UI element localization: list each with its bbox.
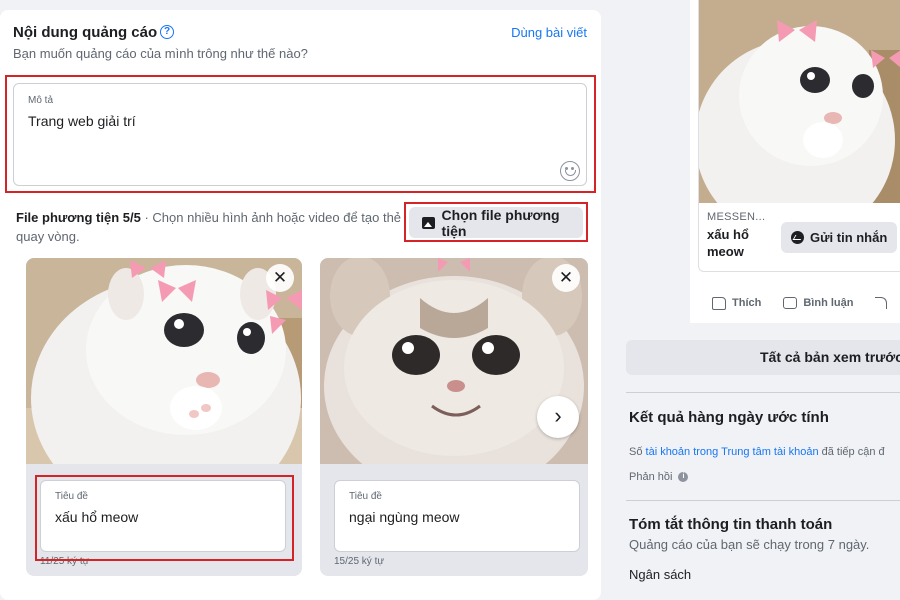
carousel-card: ✕ › Tiêu đề ngại ngùng meow 15/25 ký tự bbox=[320, 258, 588, 576]
send-message-button[interactable]: Gửi tin nhắn bbox=[781, 222, 897, 253]
comment-action[interactable]: Bình luận bbox=[783, 297, 853, 309]
budget-label: Ngân sách bbox=[629, 567, 692, 582]
feedback[interactable]: Phản hồi i bbox=[629, 471, 689, 483]
daily-results-title: Kết quả hàng ngày ước tính bbox=[629, 409, 829, 426]
highlight-box-choose-media bbox=[404, 202, 588, 242]
all-previews-button[interactable]: Tất cả bản xem trước bbox=[626, 340, 900, 375]
carousel-image-kitten-bows bbox=[26, 258, 302, 464]
headline-field[interactable]: Tiêu đề ngại ngùng meow bbox=[334, 480, 580, 552]
all-previews-label: Tất cả bản xem trước bbox=[760, 349, 900, 365]
comment-icon bbox=[783, 297, 798, 309]
like-label: Thích bbox=[732, 297, 762, 309]
like-action[interactable]: Thích bbox=[712, 296, 762, 310]
share-icon bbox=[875, 297, 888, 309]
ad-preview: MESSEN... xấu hổ meow Gửi tin nhắn Thích… bbox=[690, 0, 900, 323]
character-count: 15/25 ký tự bbox=[334, 556, 385, 567]
preview-headline: xấu hổ meow bbox=[707, 227, 749, 259]
info-icon[interactable]: i bbox=[678, 472, 689, 482]
feedback-label: Phản hồi bbox=[629, 471, 673, 483]
accounts-center-link[interactable]: tài khoản trong Trung tâm tài khoản bbox=[646, 446, 819, 458]
ad-content-subtitle: Bạn muốn quảng cáo của mình trông như th… bbox=[13, 46, 308, 61]
highlight-box-description bbox=[5, 75, 596, 193]
preview-carousel-card: MESSEN... xấu hổ meow Gửi tin nhắn bbox=[698, 0, 900, 272]
remove-card-button[interactable]: ✕ bbox=[266, 264, 294, 292]
post-action-bar: Thích Bình luận bbox=[690, 293, 900, 313]
preview-source: MESSEN... bbox=[707, 211, 766, 223]
preview-image-kitten bbox=[699, 0, 900, 203]
share-action[interactable] bbox=[875, 297, 888, 309]
ad-content-title: Nội dung quảng cáo bbox=[13, 24, 158, 41]
headline-label: Tiêu đề bbox=[349, 491, 382, 502]
divider bbox=[626, 500, 900, 501]
divider bbox=[626, 392, 900, 393]
remove-card-button[interactable]: ✕ bbox=[552, 264, 580, 292]
payment-summary-subtitle: Quảng cáo của bạn sẽ chạy trong 7 ngày. bbox=[629, 537, 870, 552]
accounts-reached-text: Số tài khoản trong Trung tâm tài khoản đ… bbox=[629, 446, 885, 458]
headline-value[interactable]: ngại ngùng meow bbox=[349, 509, 460, 525]
media-heading: File phương tiện 5/5 bbox=[16, 210, 141, 225]
use-existing-post-link[interactable]: Dùng bài viết bbox=[511, 25, 587, 40]
help-icon[interactable]: ? bbox=[160, 25, 174, 39]
messenger-icon bbox=[791, 231, 804, 244]
accounts-suffix: đã tiếp cận đ bbox=[818, 446, 885, 458]
thumbs-up-icon bbox=[712, 296, 726, 310]
send-message-label: Gửi tin nhắn bbox=[810, 230, 888, 245]
media-info: File phương tiện 5/5 · Chọn nhiều hình ả… bbox=[16, 208, 408, 246]
carousel-next-button[interactable]: › bbox=[537, 396, 579, 438]
payment-summary-title: Tóm tắt thông tin thanh toán bbox=[629, 516, 833, 533]
accounts-prefix: Số bbox=[629, 446, 646, 458]
highlight-box-headline bbox=[35, 475, 294, 561]
ad-content-panel: Nội dung quảng cáo ? Bạn muốn quảng cáo … bbox=[0, 10, 601, 600]
comment-label: Bình luận bbox=[803, 297, 854, 309]
